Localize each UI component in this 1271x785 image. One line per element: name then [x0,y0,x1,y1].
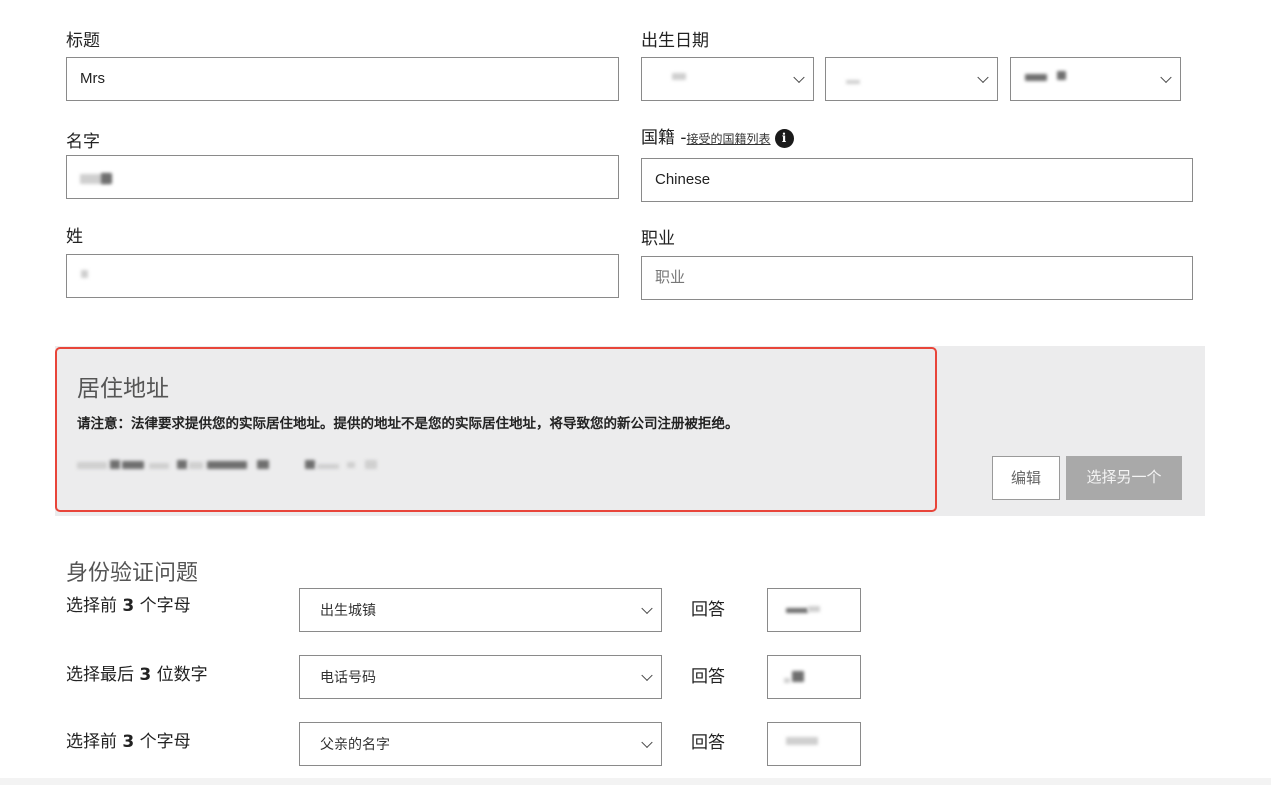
chevron-down-icon [641,736,653,749]
occupation-label: 职业 [641,229,675,249]
last-name-label: 姓 [66,227,83,247]
question-label-number: 3 [139,665,152,685]
security-heading: 身份验证问题 [66,561,199,586]
nationality-input[interactable]: Chinese [641,158,1193,202]
dob-year-select[interactable] [1010,57,1181,101]
choose-another-button[interactable]: 选择另一个 [1066,456,1182,500]
chevron-down-icon [977,71,989,84]
question-label: 选择前 3 个字母 [66,591,191,616]
page-bottom-edge [0,778,1271,785]
address-heading: 居住地址 [77,376,169,402]
question-2-select[interactable]: 电话号码 [299,655,662,699]
question-label: 选择前 3 个字母 [66,727,191,752]
question-label-text: 位数字 [151,665,208,685]
answer-1-input[interactable] [767,588,861,632]
question-label: 选择最后 3 位数字 [66,660,208,685]
answer-label: 回答 [691,667,725,687]
dob-month-select[interactable] [825,57,998,101]
redacted-value [1025,74,1047,81]
question-3-select[interactable]: 父亲的名字 [299,722,662,766]
question-label-number: 3 [122,596,135,616]
question-label-text: 选择前 [66,732,123,752]
title-input[interactable]: Mrs [66,57,619,101]
nationality-list-link[interactable]: 接受的国籍列表 [687,132,771,146]
chevron-down-icon [1160,71,1172,84]
dob-day-select[interactable] [641,57,814,101]
question-label-text: 个字母 [134,732,191,752]
first-name-input[interactable] [66,155,619,199]
occupation-input[interactable]: 职业 [641,256,1193,300]
question-label-number: 3 [122,732,135,752]
chevron-down-icon [641,669,653,682]
question-label-text: 个字母 [134,596,191,616]
redacted-value [672,73,686,80]
answer-label: 回答 [691,600,725,620]
redacted-value [81,270,88,278]
nationality-label-row: 国籍 -接受的国籍列表 i [641,123,794,148]
answer-label: 回答 [691,733,725,753]
nationality-label: 国籍 - [641,128,687,148]
chevron-down-icon [793,71,805,84]
last-name-input[interactable] [66,254,619,298]
answer-2-input[interactable] [767,655,861,699]
address-notice: 请注意：法律要求提供您的实际居住地址。提供的地址不是您的实际居住地址，将导致您的… [77,416,739,432]
question-3-selected: 父亲的名字 [320,737,390,753]
question-2-selected: 电话号码 [320,670,376,686]
edit-button[interactable]: 编辑 [992,456,1060,500]
question-label-text: 选择前 [66,596,123,616]
first-name-label: 名字 [66,132,100,152]
redacted-value [101,173,112,184]
redacted-value [846,80,860,84]
title-label: 标题 [66,31,100,51]
question-1-selected: 出生城镇 [320,603,376,619]
chevron-down-icon [641,602,653,615]
question-1-select[interactable]: 出生城镇 [299,588,662,632]
answer-3-input[interactable] [767,722,861,766]
address-value [77,458,397,472]
redacted-value [1057,71,1066,80]
question-label-text: 选择最后 [66,665,140,685]
dob-label: 出生日期 [641,31,709,51]
info-icon[interactable]: i [774,128,794,148]
